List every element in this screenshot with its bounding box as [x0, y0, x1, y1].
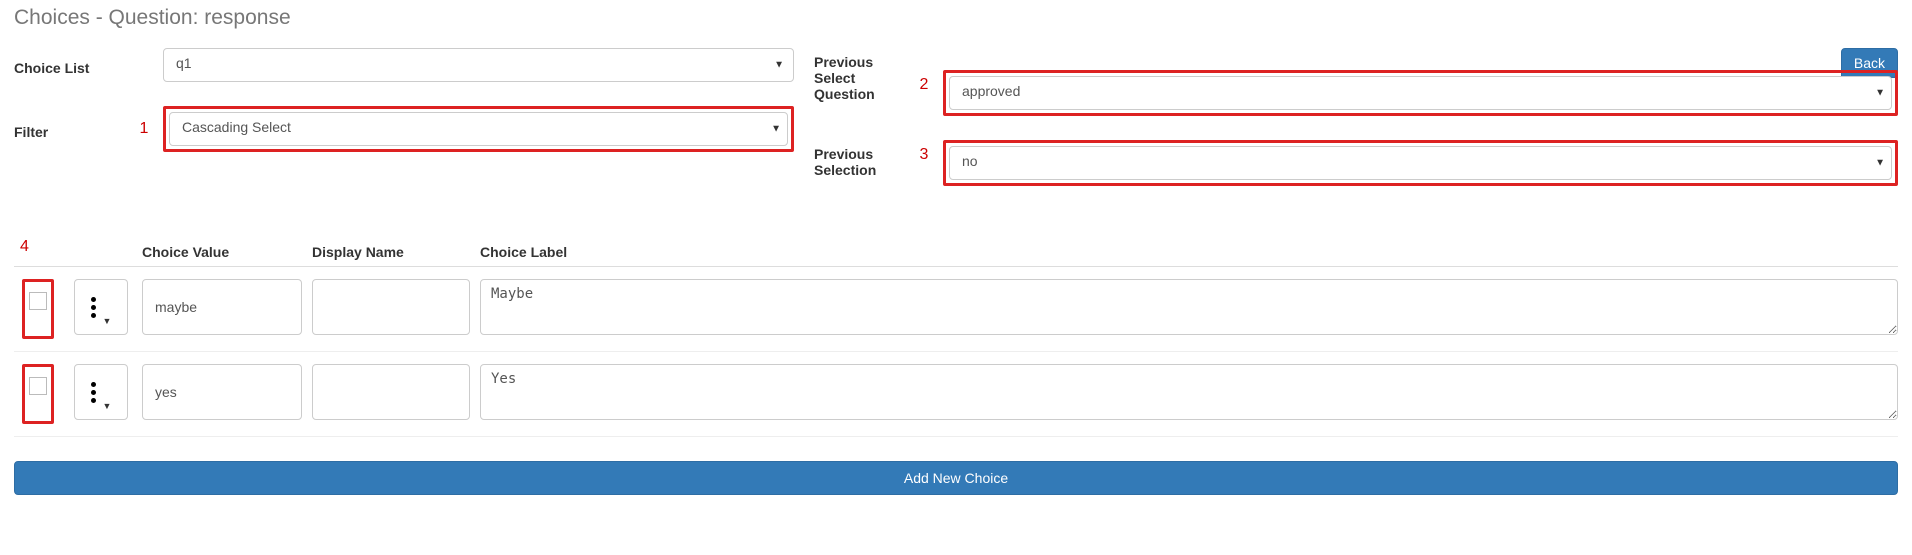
- kebab-icon: [91, 382, 96, 403]
- choice-list-select[interactable]: q1: [163, 48, 794, 82]
- choice-value-input[interactable]: [142, 279, 302, 335]
- checkbox-highlight: [22, 279, 54, 339]
- choice-label-textarea[interactable]: [480, 364, 1898, 420]
- prev-question-select[interactable]: approved: [949, 76, 1892, 110]
- prev-selection-select-highlight: no ▼: [943, 140, 1898, 186]
- label-filter: Filter: [14, 118, 129, 140]
- choice-list-select-wrap: q1 ▼: [163, 48, 794, 82]
- choices-grid: 4 Choice Value Display Name Choice Label…: [14, 244, 1898, 437]
- row-prev-question: Previous Select Question 2 approved ▼: [814, 48, 1898, 116]
- choice-label-cell: [480, 279, 1898, 339]
- display-name-input[interactable]: [312, 279, 470, 335]
- row-choice-list: Choice List 0 q1 ▼: [14, 48, 794, 82]
- row-prev-selection: Previous Selection 3 no ▼: [814, 140, 1898, 186]
- header-choice-value: Choice Value: [142, 244, 312, 260]
- top-form-area: Choice List 0 q1 ▼ Filter 1 Cascading Se…: [14, 48, 1898, 210]
- checkbox-cell: [14, 364, 62, 424]
- row-menu-button[interactable]: ▼: [74, 364, 128, 420]
- annotation-1: 1: [129, 120, 159, 138]
- label-prev-question: Previous Select Question: [814, 48, 909, 102]
- prev-selection-select[interactable]: no: [949, 146, 1892, 180]
- annotation-3: 3: [909, 140, 939, 164]
- annotation-spacer: 0: [129, 56, 159, 74]
- kebab-icon: [91, 297, 96, 318]
- annotation-2: 2: [909, 48, 939, 94]
- checkbox-highlight: [22, 364, 54, 424]
- chevron-down-icon: ▼: [103, 401, 112, 419]
- chevron-down-icon: ▼: [103, 316, 112, 334]
- choice-label-textarea[interactable]: [480, 279, 1898, 335]
- display-name-input[interactable]: [312, 364, 470, 420]
- grid-header: Choice Value Display Name Choice Label: [14, 244, 1898, 267]
- label-prev-selection: Previous Selection: [814, 140, 909, 178]
- display-name-cell: [312, 279, 480, 339]
- page-title: Choices - Question: response: [14, 6, 1898, 30]
- menu-cell: ▼: [62, 364, 142, 424]
- filter-select-highlight: Cascading Select ▼: [163, 106, 794, 152]
- right-column: Back Previous Select Question 2 approved…: [814, 48, 1898, 210]
- checkbox-cell: [14, 279, 62, 339]
- left-column: Choice List 0 q1 ▼ Filter 1 Cascading Se…: [14, 48, 794, 176]
- annotation-4: 4: [20, 238, 29, 256]
- choice-value-input[interactable]: [142, 364, 302, 420]
- header-choice-label: Choice Label: [480, 244, 1898, 260]
- row-checkbox[interactable]: [29, 377, 47, 395]
- prev-question-select-highlight: approved ▼: [943, 70, 1898, 116]
- table-row: ▼: [14, 352, 1898, 437]
- choice-value-cell: [142, 279, 312, 339]
- header-display-name: Display Name: [312, 244, 480, 260]
- row-menu-button[interactable]: ▼: [74, 279, 128, 335]
- table-row: ▼: [14, 267, 1898, 352]
- row-checkbox[interactable]: [29, 292, 47, 310]
- row-filter: Filter 1 Cascading Select ▼: [14, 106, 794, 152]
- choice-value-cell: [142, 364, 312, 424]
- display-name-cell: [312, 364, 480, 424]
- menu-cell: ▼: [62, 279, 142, 339]
- label-choice-list: Choice List: [14, 54, 129, 76]
- filter-select[interactable]: Cascading Select: [169, 112, 788, 146]
- add-new-choice-button[interactable]: Add New Choice: [14, 461, 1898, 495]
- choice-label-cell: [480, 364, 1898, 424]
